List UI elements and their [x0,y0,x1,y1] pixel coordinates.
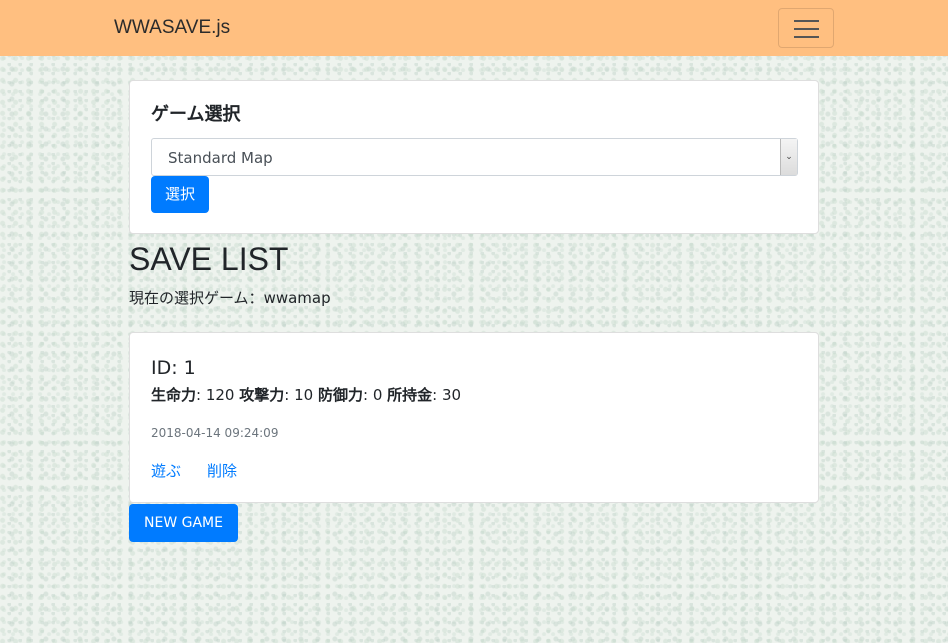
game-select-card: ゲーム選択 Standard Map ⌄ 選択 [129,80,819,234]
new-game-button[interactable]: NEW GAME [129,504,238,542]
navbar-toggler-button[interactable] [778,8,834,48]
stat-value-hp: 120 [205,386,235,404]
stat-label-defense: 防御力 [317,386,363,404]
stat-label-hp: 生命力 [151,386,197,404]
stat-label-attack: 攻撃力 [239,386,285,404]
current-game-value: wwamap [263,289,331,307]
game-select-title: ゲーム選択 [151,104,241,125]
current-game-label: 現在の選択ゲーム： [129,289,264,307]
save-stats: 生命力: 120 攻撃力: 10 防御力: 0 所持金: 30 [151,386,462,404]
play-link[interactable]: 遊ぶ [151,460,181,482]
select-button[interactable]: 選択 [151,176,209,213]
save-timestamp: 2018-04-14 09:24:09 [151,426,279,440]
save-entry-card: ID: 1 生命力: 120 攻撃力: 10 防御力: 0 所持金: 30 20… [129,332,819,503]
navbar: WWASAVE.js [0,0,948,56]
stat-value-attack: 10 [294,386,314,404]
current-game-text: 現在の選択ゲーム：wwamap [129,287,331,309]
stat-label-gold: 所持金 [387,386,433,404]
game-select-value: Standard Map [168,149,273,167]
save-list-title: SAVE LIST [129,241,289,277]
stat-value-defense: 0 [372,386,383,404]
delete-link[interactable]: 削除 [207,460,237,482]
game-select-dropdown[interactable]: Standard Map ⌄ [151,138,798,176]
chevron-down-icon[interactable]: ⌄ [780,139,797,175]
save-id: ID: 1 [151,357,196,379]
navbar-brand[interactable]: WWASAVE.js [114,16,230,40]
stat-value-gold: 30 [442,386,462,404]
